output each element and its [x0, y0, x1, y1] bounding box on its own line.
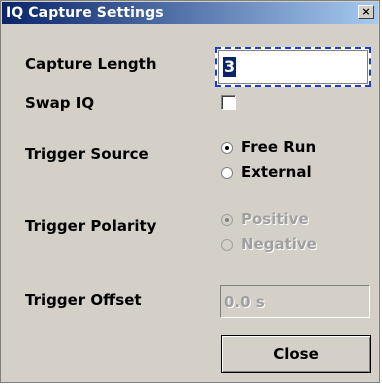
trigger-source-external-radio[interactable]	[221, 167, 233, 179]
trigger-polarity-negative-radio	[221, 239, 233, 251]
title-bar[interactable]: IQ Capture Settings ×	[2, 2, 378, 24]
trigger-polarity-negative-label: Negative	[241, 235, 317, 253]
iq-capture-settings-dialog: IQ Capture Settings × Capture Length 3 S…	[0, 0, 380, 383]
dialog-title: IQ Capture Settings	[6, 5, 164, 21]
trigger-offset-value: 0.0 s	[224, 293, 265, 311]
trigger-offset-input: 0.0 s	[220, 285, 370, 318]
close-button[interactable]: Close	[221, 335, 371, 373]
trigger-source-free-run-label[interactable]: Free Run	[241, 138, 316, 156]
capture-length-value: 3	[223, 57, 237, 77]
trigger-polarity-positive-label: Positive	[241, 210, 309, 228]
trigger-polarity-label: Trigger Polarity	[25, 217, 157, 235]
trigger-polarity-positive-radio	[221, 214, 233, 226]
capture-length-label: Capture Length	[25, 55, 157, 73]
swap-iq-checkbox[interactable]	[221, 95, 236, 110]
trigger-source-label: Trigger Source	[25, 145, 149, 163]
trigger-offset-label: Trigger Offset	[25, 291, 142, 309]
trigger-source-free-run-radio[interactable]	[221, 142, 233, 154]
trigger-source-external-label[interactable]: External	[241, 163, 312, 181]
capture-length-input[interactable]: 3	[215, 47, 371, 87]
swap-iq-label: Swap IQ	[25, 94, 95, 112]
close-icon[interactable]: ×	[358, 5, 374, 19]
